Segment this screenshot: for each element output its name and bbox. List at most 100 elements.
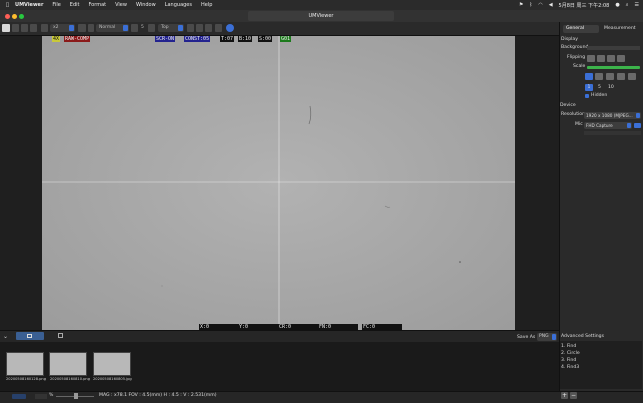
menu-help[interactable]: Help bbox=[201, 2, 212, 8]
film-icon[interactable] bbox=[30, 24, 37, 32]
overlay-mag: 4X bbox=[52, 36, 61, 42]
gear-icon[interactable] bbox=[205, 24, 212, 32]
list-item[interactable]: 3. Find bbox=[561, 358, 576, 363]
mode-select[interactable]: Normal bbox=[96, 24, 129, 32]
zoom-icon[interactable] bbox=[41, 24, 48, 32]
list-icon[interactable] bbox=[215, 24, 222, 32]
speed-value[interactable]: 5 bbox=[140, 24, 147, 32]
tab-measurement[interactable]: Measurement bbox=[601, 25, 641, 33]
device-heading: Device bbox=[560, 103, 576, 108]
search-icon[interactable]: ⌕ bbox=[626, 2, 629, 8]
mic-toggle[interactable] bbox=[634, 123, 641, 128]
overlay-b: B:10 bbox=[238, 36, 253, 42]
overlay-raw: RAW-COMP bbox=[64, 36, 91, 42]
chevron-updown-icon bbox=[552, 334, 556, 340]
position-select[interactable]: Top bbox=[158, 24, 184, 32]
resolution-label: Resolution bbox=[561, 112, 586, 117]
apple-icon[interactable]:  bbox=[6, 2, 9, 8]
scale-position-icon[interactable] bbox=[595, 73, 603, 80]
viewport-image bbox=[42, 36, 515, 330]
add-button[interactable]: + bbox=[561, 392, 568, 399]
zoom-slider-thumb[interactable] bbox=[74, 393, 78, 399]
scale-option-10[interactable]: 10 bbox=[608, 85, 614, 90]
brightness-icon[interactable] bbox=[131, 24, 138, 32]
hidden-label: Hidden bbox=[591, 93, 608, 98]
overlay-s: S:00 bbox=[258, 36, 273, 42]
menu-file[interactable]: File bbox=[52, 2, 60, 8]
mic-label: Mic bbox=[575, 122, 583, 127]
minimize-window-button[interactable] bbox=[12, 14, 17, 19]
camera-viewport[interactable]: 4X RAW-COMP SCR-ON CONST:05 T:07 B:10 S:… bbox=[42, 36, 515, 330]
tool-icon[interactable] bbox=[78, 24, 86, 32]
live-toggle[interactable] bbox=[12, 394, 26, 399]
flag-icon[interactable]: ⚑ bbox=[519, 2, 523, 8]
flip-both-icon[interactable] bbox=[617, 55, 625, 62]
video-icon[interactable] bbox=[58, 333, 63, 338]
scale-option-label: 1 bbox=[587, 85, 591, 90]
menu-view[interactable]: View bbox=[115, 2, 127, 8]
bluetooth-icon[interactable]: ᛒ bbox=[529, 2, 532, 8]
display-heading: Display bbox=[561, 37, 578, 42]
scale-position-icon[interactable] bbox=[628, 73, 636, 80]
scale-position-icon[interactable] bbox=[606, 73, 614, 80]
menu-edit[interactable]: Edit bbox=[70, 2, 80, 8]
volume-icon[interactable]: ◀ bbox=[549, 2, 553, 8]
remove-button[interactable]: − bbox=[570, 392, 577, 399]
viewport-right-margin bbox=[515, 36, 559, 330]
scale-label: Scale bbox=[573, 64, 586, 69]
scale-position-icon[interactable] bbox=[617, 73, 625, 80]
zoom-select[interactable]: x2 bbox=[50, 24, 75, 32]
position-select-value: Top bbox=[161, 25, 169, 30]
thumbnail-image[interactable] bbox=[49, 352, 87, 376]
wifi-icon[interactable]: ◠ bbox=[538, 2, 542, 8]
window-title: UMViewer bbox=[248, 11, 394, 21]
camera-icon[interactable] bbox=[12, 24, 19, 32]
thumbnail-image[interactable] bbox=[6, 352, 44, 376]
control-center-icon[interactable]: ☰ bbox=[635, 2, 639, 8]
flip-vertical-icon[interactable] bbox=[607, 55, 615, 62]
menu-window[interactable]: Window bbox=[136, 2, 156, 8]
tab-general[interactable]: General bbox=[563, 25, 599, 33]
mic-select[interactable]: FHD Capture bbox=[584, 122, 632, 129]
settings-icon[interactable] bbox=[88, 24, 94, 32]
scale-color-bar[interactable] bbox=[587, 66, 640, 69]
clock-text[interactable]: 5月8日 周三 下午2:08 bbox=[559, 2, 610, 9]
tab-general-label: General bbox=[566, 26, 585, 31]
menu-languages[interactable]: Languages bbox=[165, 2, 192, 8]
list-item[interactable]: 4. Find3 bbox=[561, 365, 579, 370]
rotate-icon[interactable] bbox=[148, 24, 155, 32]
layers-icon[interactable] bbox=[196, 24, 203, 32]
menu-bar:  UMViewer File Edit Format View Window … bbox=[0, 0, 643, 10]
thumbnail-caption: 20200508160810.png bbox=[50, 377, 90, 381]
thumbnail-caption: 20200508160128.png bbox=[6, 377, 46, 381]
info-icon[interactable] bbox=[226, 24, 234, 32]
record-icon[interactable] bbox=[21, 24, 28, 32]
hidden-checkbox[interactable] bbox=[585, 94, 589, 98]
zoom-percent-input[interactable] bbox=[35, 394, 47, 399]
list-item[interactable]: 1. Find bbox=[561, 344, 576, 349]
thumbnail-image[interactable] bbox=[93, 352, 131, 376]
scale-position-icon[interactable] bbox=[585, 73, 593, 80]
scale-option-1[interactable]: 1 bbox=[585, 84, 593, 91]
list-item[interactable]: 2. Circle bbox=[561, 351, 580, 356]
background-color-well[interactable] bbox=[587, 46, 640, 50]
menu-app-name[interactable]: UMViewer bbox=[15, 2, 43, 8]
user-icon[interactable]: ● bbox=[615, 2, 619, 8]
chevron-down-icon[interactable]: ⌄ bbox=[3, 333, 8, 340]
scale-option-5[interactable]: 5 bbox=[598, 85, 601, 90]
resolution-value: 1920 x 1080 (MJPEG... bbox=[586, 113, 633, 118]
pointer-tool-icon[interactable] bbox=[2, 24, 10, 32]
close-window-button[interactable] bbox=[5, 14, 10, 19]
flip-horizontal-icon[interactable] bbox=[597, 55, 605, 62]
save-format-select[interactable]: PNG bbox=[537, 333, 557, 341]
advanced-settings-heading: Advanced Settings bbox=[561, 334, 604, 339]
grid-icon[interactable] bbox=[187, 24, 194, 32]
flip-none-icon[interactable] bbox=[587, 55, 595, 62]
chevron-updown-icon bbox=[627, 123, 631, 128]
zoom-window-button[interactable] bbox=[19, 14, 24, 19]
resolution-select[interactable]: 1920 x 1080 (MJPEG... bbox=[584, 112, 641, 119]
menu-format[interactable]: Format bbox=[88, 2, 106, 8]
tab-images[interactable] bbox=[16, 332, 44, 340]
measurement-readout: MAG : x78.1 FOV : 4.5(mm) H : 4.5 : V : … bbox=[99, 393, 217, 398]
background-label: Background bbox=[561, 45, 589, 50]
